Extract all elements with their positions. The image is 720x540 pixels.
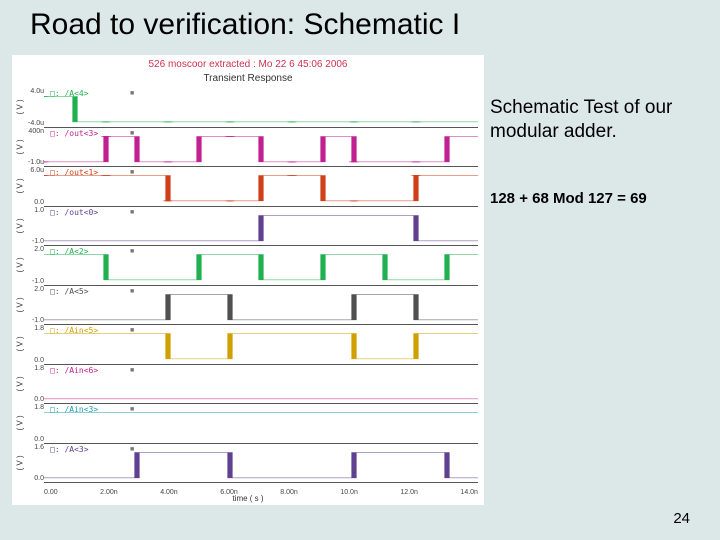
waveform: [44, 88, 478, 127]
y-ticks: 1.80.0: [26, 404, 44, 443]
y-ticks: 2.0-1.0: [26, 246, 44, 285]
y-ticks: 1.80.0: [26, 325, 44, 364]
y-ticks: 400n-1.0u: [26, 128, 44, 167]
page-title: Road to verification: Schematic I: [30, 8, 460, 42]
y-ticks: 1.60.0: [26, 444, 44, 483]
plot-strips: ( V )4.0u-4.0u□: /A<4>■ 0.002.00n4.00n6.…: [44, 88, 478, 483]
y-ticks: 2.0-1.0: [26, 286, 44, 325]
page-number: 24: [673, 510, 690, 527]
plot-strip: ( V )1.0-1.0□: /out<0>■ 0.002.00n4.00n6.…: [44, 207, 478, 247]
y-axis-unit: ( V ): [14, 167, 26, 206]
waveform: [44, 365, 478, 404]
waveform: [44, 404, 478, 443]
plot-strip: ( V )1.80.0□: /Ain<6>■ 0.002.00n4.00n6.0…: [44, 365, 478, 405]
y-axis-unit: ( V ): [14, 365, 26, 404]
waveform: [44, 246, 478, 285]
plot-strip: ( V )2.0-1.0□: /A<2>■ 0.002.00n4.00n6.00…: [44, 246, 478, 286]
y-axis-unit: ( V ): [14, 246, 26, 285]
plot-strip: ( V )1.80.0□: /Ain<5>■ 0.002.00n4.00n6.0…: [44, 325, 478, 365]
y-ticks: 6.0u0.0: [26, 167, 44, 206]
waveform: [44, 444, 478, 483]
plot-strip: ( V )400n-1.0u□: /out<3>■ 0.002.00n4.00n…: [44, 128, 478, 168]
plot-strip: ( V )6.0u0.0□: /out<1>■ 0.002.00n4.00n6.…: [44, 167, 478, 207]
plot-panel: 526 moscoor extracted : Mo 22 6 45:06 20…: [12, 55, 484, 505]
equation-text: 128 + 68 Mod 127 = 69: [490, 190, 705, 207]
waveform: [44, 128, 478, 167]
plot-subheader: Transient Response: [12, 73, 484, 84]
y-axis-unit: ( V ): [14, 325, 26, 364]
plot-strip: ( V )1.60.0□: /A<3>■ 0.002.00n4.00n6.00n…: [44, 444, 478, 484]
y-ticks: 1.80.0: [26, 365, 44, 404]
y-ticks: 4.0u-4.0u: [26, 88, 44, 127]
y-axis-unit: ( V ): [14, 128, 26, 167]
test-description: Schematic Test of our modular adder.: [490, 96, 705, 144]
x-axis-label: time ( s ): [12, 494, 484, 503]
plot-strip: ( V )2.0-1.0□: /A<5>■ 0.002.00n4.00n6.00…: [44, 286, 478, 326]
y-axis-unit: ( V ): [14, 88, 26, 127]
waveform: [44, 207, 478, 246]
plot-strip: ( V )1.80.0□: /Ain<3>■ 0.002.00n4.00n6.0…: [44, 404, 478, 444]
plot-header: 526 moscoor extracted : Mo 22 6 45:06 20…: [12, 59, 484, 70]
waveform: [44, 167, 478, 206]
y-axis-unit: ( V ): [14, 207, 26, 246]
waveform: [44, 286, 478, 325]
plot-strip: ( V )4.0u-4.0u□: /A<4>■ 0.002.00n4.00n6.…: [44, 88, 478, 128]
y-axis-unit: ( V ): [14, 286, 26, 325]
right-column: Schematic Test of our modular adder. 128…: [490, 96, 705, 207]
y-axis-unit: ( V ): [14, 404, 26, 443]
waveform: [44, 325, 478, 364]
y-ticks: 1.0-1.0: [26, 207, 44, 246]
y-axis-unit: ( V ): [14, 444, 26, 483]
